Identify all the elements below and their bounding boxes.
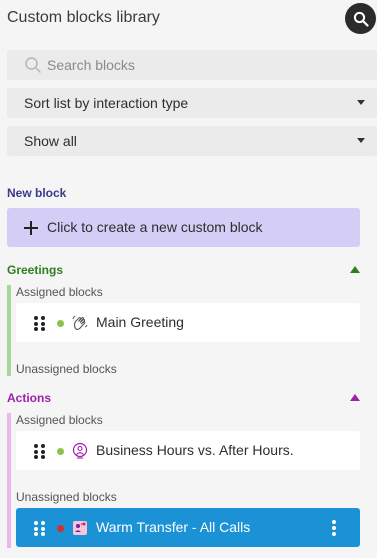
block-card-business-hours[interactable]: Business Hours vs. After Hours. — [16, 431, 360, 470]
status-dot — [57, 525, 64, 532]
create-block-button[interactable]: Click to create a new custom block — [7, 208, 360, 247]
search-button[interactable] — [345, 3, 376, 34]
show-filter-select[interactable]: Show all — [7, 126, 377, 156]
assigned-blocks-label: Assigned blocks — [16, 413, 103, 427]
search-input[interactable] — [47, 50, 367, 80]
hand-wave-icon — [72, 315, 88, 330]
block-card-warm-transfer[interactable]: Warm Transfer - All Calls — [16, 508, 360, 547]
create-block-label: Click to create a new custom block — [47, 219, 263, 235]
group-bar-greetings — [7, 285, 11, 376]
more-options-icon[interactable] — [332, 520, 336, 536]
drag-handle-icon[interactable] — [34, 444, 45, 459]
collapse-actions-icon[interactable] — [350, 394, 360, 401]
status-dot — [57, 320, 64, 327]
group-label-actions: Actions — [7, 391, 52, 405]
search-field[interactable] — [7, 50, 377, 80]
drag-handle-icon[interactable] — [34, 521, 45, 536]
group-bar-actions — [7, 413, 11, 548]
show-filter-value: Show all — [24, 133, 77, 149]
caret-down-icon — [357, 138, 365, 143]
assigned-blocks-label: Assigned blocks — [16, 285, 103, 299]
new-block-section-label: New block — [7, 186, 67, 200]
block-name: Main Greeting — [96, 314, 184, 330]
caret-down-icon — [357, 100, 365, 105]
unassigned-blocks-label: Unassigned blocks — [16, 490, 117, 504]
transfer-icon — [73, 521, 87, 535]
group-label-greetings: Greetings — [7, 263, 64, 277]
page-title: Custom blocks library — [7, 9, 160, 26]
block-name: Warm Transfer - All Calls — [96, 519, 251, 535]
block-name: Business Hours vs. After Hours. — [96, 442, 294, 458]
block-card-main-greeting[interactable]: Main Greeting — [16, 303, 360, 342]
clock-person-icon — [72, 442, 88, 459]
search-icon — [353, 11, 369, 27]
drag-handle-icon[interactable] — [34, 316, 45, 331]
header: Custom blocks library — [0, 0, 377, 38]
plus-icon — [24, 221, 38, 235]
sort-select-value: Sort list by interaction type — [24, 95, 189, 111]
unassigned-blocks-label: Unassigned blocks — [16, 362, 117, 376]
status-dot — [57, 448, 64, 455]
sort-select[interactable]: Sort list by interaction type — [7, 88, 377, 118]
search-icon — [25, 57, 41, 73]
collapse-greetings-icon[interactable] — [350, 266, 360, 273]
